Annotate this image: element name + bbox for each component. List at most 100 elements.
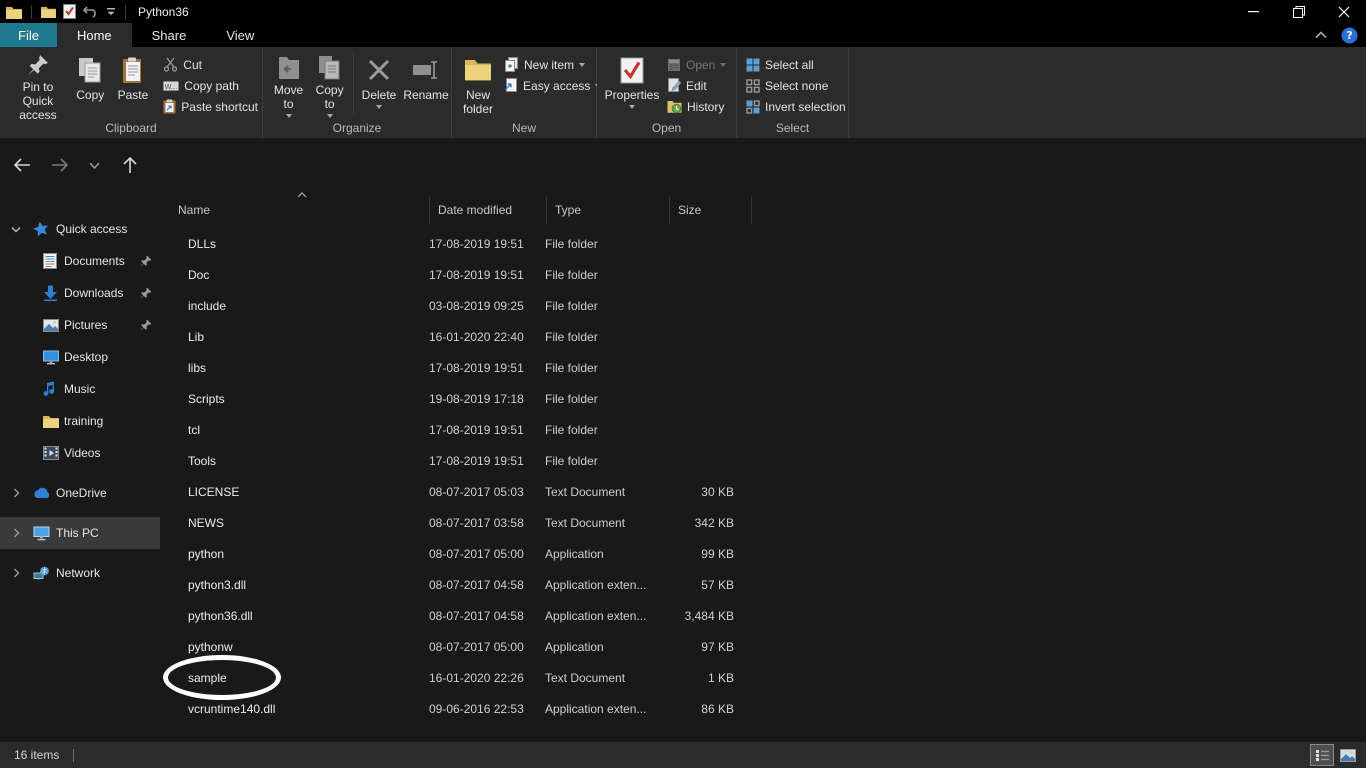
thumbnails-view-button[interactable]	[1336, 744, 1360, 766]
ribbon-tab-bar: File Home Share View	[0, 23, 1366, 47]
sidebar-item-downloads[interactable]: Downloads	[0, 277, 160, 309]
sidebar-item-onedrive[interactable]: OneDrive	[0, 477, 160, 509]
close-button[interactable]	[1321, 0, 1366, 23]
select-all-button[interactable]: Select all	[742, 54, 850, 75]
file-row-scripts[interactable]: Scripts 19-08-2019 17:18 File folder	[160, 383, 1366, 414]
tab-view[interactable]: View	[206, 23, 274, 47]
file-row-doc[interactable]: Doc 17-08-2019 19:51 File folder	[160, 259, 1366, 290]
file-row-lib[interactable]: Lib 16-01-2020 22:40 File folder	[160, 321, 1366, 352]
invert-selection-button[interactable]: Invert selection	[742, 96, 850, 117]
column-header-date-modified[interactable]: Date modified	[430, 196, 547, 224]
folder-icon	[160, 268, 180, 282]
copy-button[interactable]: Copy	[70, 50, 111, 118]
file-row-include[interactable]: include 03-08-2019 09:25 File folder	[160, 290, 1366, 321]
file-row-python[interactable]: python 08-07-2017 05:00 Application 99 KB	[160, 538, 1366, 569]
file-row-tcl[interactable]: tcl 17-08-2019 19:51 File folder	[160, 414, 1366, 445]
sidebar-item-quick-access[interactable]: Quick access	[0, 213, 160, 245]
undo-icon[interactable]	[83, 5, 99, 18]
properties-label: Properties	[604, 88, 660, 102]
sidebar-item-music[interactable]: Music	[0, 373, 160, 405]
sidebar-item-this-pc[interactable]: This PC	[0, 517, 160, 549]
folder-icon	[160, 423, 180, 437]
paste-shortcut-button[interactable]: Paste shortcut	[159, 96, 262, 117]
easy-access-button[interactable]: Easy access	[500, 75, 605, 96]
tab-share[interactable]: Share	[132, 23, 207, 47]
file-date: 17-08-2019 19:51	[429, 267, 524, 282]
invert-selection-icon	[746, 99, 760, 114]
file-name: vcruntime140.dll	[188, 701, 276, 716]
sidebar-item-network[interactable]: Network	[0, 557, 160, 589]
minimize-button[interactable]	[1231, 0, 1276, 23]
file-row-news[interactable]: NEWS 08-07-2017 03:58 Text Document 342 KB	[160, 507, 1366, 538]
file-type: File folder	[545, 391, 598, 406]
up-button[interactable]	[116, 152, 144, 178]
column-header-name[interactable]: Name	[160, 196, 430, 224]
chevron-right-icon[interactable]	[9, 488, 23, 498]
file-row-dlls[interactable]: DLLs 17-08-2019 19:51 File folder	[160, 228, 1366, 259]
file-date: 17-08-2019 19:51	[429, 360, 524, 375]
file-row-license[interactable]: LICENSE 08-07-2017 05:03 Text Document 30 K…	[160, 476, 1366, 507]
folder-icon[interactable]	[41, 5, 56, 18]
file-size: 57 KB	[701, 577, 734, 592]
window-title: Python36	[138, 4, 189, 19]
edit-button[interactable]: Edit	[663, 75, 730, 96]
file-type: File folder	[545, 329, 598, 344]
file-row-libs[interactable]: libs 17-08-2019 19:51 File folder	[160, 352, 1366, 383]
file-row-python36-dll[interactable]: python36.dll 08-07-2017 04:58 Application …	[160, 600, 1366, 631]
copy-path-button[interactable]: W... Copy path	[159, 75, 262, 96]
collapse-ribbon-icon[interactable]	[1315, 31, 1327, 39]
rename-button[interactable]: Rename	[401, 50, 451, 118]
recent-locations-button[interactable]	[80, 152, 108, 178]
sort-ascending-icon	[297, 192, 307, 198]
file-date: 09-06-2016 22:53	[429, 701, 524, 716]
chevron-right-icon[interactable]	[9, 528, 23, 538]
sidebar-item-desktop[interactable]: Desktop	[0, 341, 160, 373]
open-button[interactable]: Open	[663, 54, 730, 75]
ribbon: Pin to Quick access Copy Paste Cut W... …	[0, 47, 1366, 138]
sidebar-item-videos[interactable]: Videos	[0, 437, 160, 469]
file-row-python3-dll[interactable]: python3.dll 08-07-2017 04:58 Application e…	[160, 569, 1366, 600]
new-folder-button[interactable]: New folder	[458, 50, 498, 118]
pin-to-quick-access-button[interactable]: Pin to Quick access	[6, 50, 70, 122]
status-separator	[73, 748, 75, 762]
file-row-vcruntime140-dll[interactable]: vcruntime140.dll 09-06-2016 22:53 Applicat…	[160, 693, 1366, 724]
sidebar-item-documents[interactable]: Documents	[0, 245, 160, 277]
move-to-button[interactable]: Move to	[268, 50, 309, 118]
restore-button[interactable]	[1276, 0, 1321, 23]
sidebar-item-label: Downloads	[64, 286, 124, 300]
file-size: 342 KB	[694, 515, 734, 530]
paste-button[interactable]: Paste	[111, 50, 156, 118]
explorer-icon	[6, 5, 22, 19]
properties-button[interactable]: Properties	[603, 50, 661, 118]
file-row-sample[interactable]: sample 16-01-2020 22:26 Text Document 1 KB	[160, 655, 1366, 700]
svg-text:W...: W...	[165, 83, 178, 91]
new-item-button[interactable]: New item	[500, 54, 605, 75]
chevron-right-icon[interactable]	[9, 568, 23, 578]
copy-to-button[interactable]: Copy to	[309, 50, 350, 118]
file-date: 08-07-2017 05:00	[429, 639, 524, 654]
back-button[interactable]	[8, 152, 36, 178]
properties-check-icon[interactable]	[63, 4, 76, 19]
chevron-down-icon[interactable]	[9, 226, 23, 233]
select-none-button[interactable]: Select none	[742, 75, 850, 96]
tab-file[interactable]: File	[0, 23, 57, 47]
column-header-type[interactable]: Type	[547, 196, 670, 224]
sidebar-item-pictures[interactable]: Pictures	[0, 309, 160, 341]
details-view-button[interactable]	[1310, 744, 1334, 766]
cut-button[interactable]: Cut	[159, 54, 262, 75]
tab-home[interactable]: Home	[56, 23, 132, 47]
file-row-tools[interactable]: Tools 17-08-2019 19:51 File folder	[160, 445, 1366, 476]
file-name: tcl	[188, 422, 200, 437]
history-button[interactable]: History	[663, 96, 730, 117]
file-name: NEWS	[188, 515, 224, 530]
file-row-pythonw[interactable]: pythonw 08-07-2017 05:00 Application 97 KB	[160, 631, 1366, 662]
column-header-size[interactable]: Size	[670, 196, 752, 224]
forward-button[interactable]	[46, 152, 74, 178]
delete-button[interactable]: Delete	[357, 50, 401, 118]
folder-icon	[160, 237, 180, 251]
file-name: DLLs	[188, 236, 217, 251]
help-icon[interactable]: ?	[1341, 27, 1358, 44]
folder-icon	[160, 330, 180, 344]
sidebar-item-training[interactable]: training	[0, 405, 160, 437]
customize-quick-access-icon[interactable]	[106, 7, 116, 17]
